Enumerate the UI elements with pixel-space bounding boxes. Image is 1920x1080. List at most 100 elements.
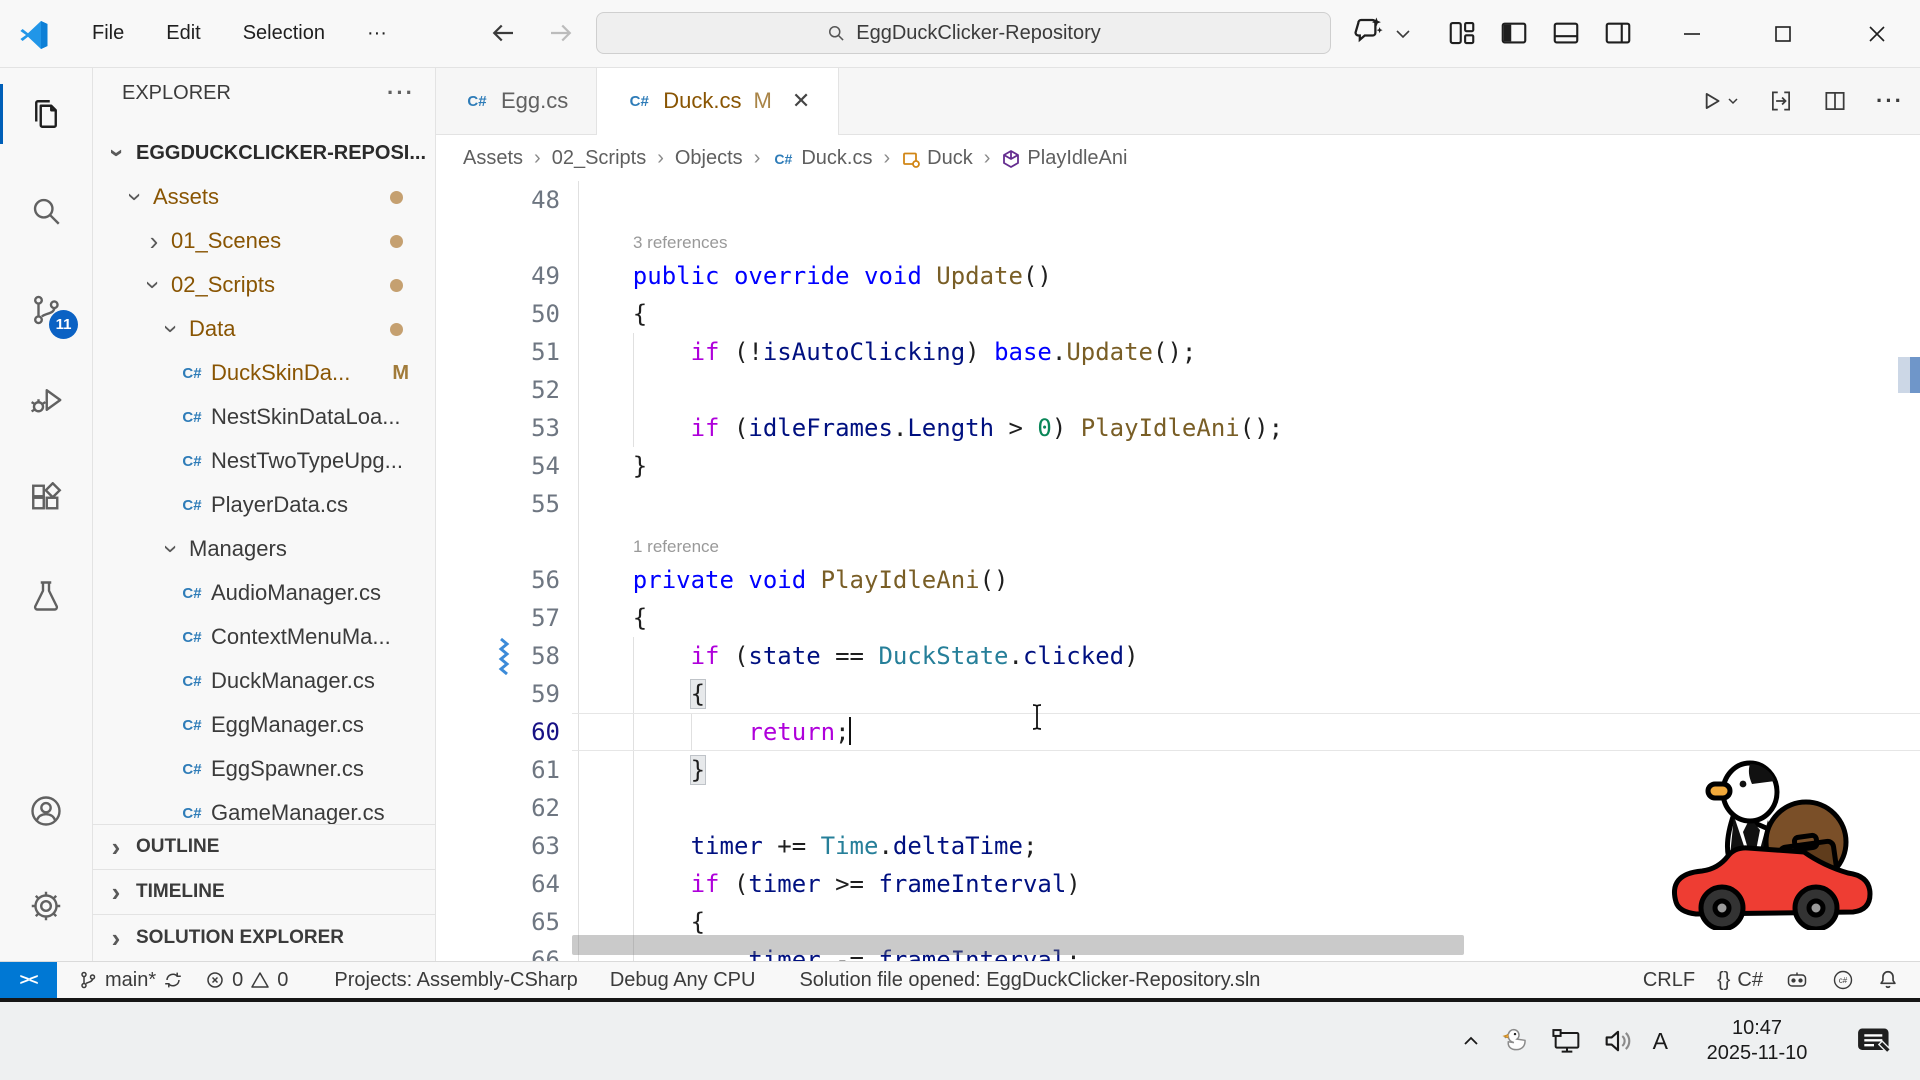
tray-expand-icon[interactable] — [1459, 1029, 1483, 1053]
horizontal-scrollbar[interactable] — [572, 935, 1464, 955]
close-button[interactable] — [1854, 14, 1900, 54]
line-number[interactable]: 63 — [435, 827, 575, 865]
tree-item-data[interactable]: ›Data — [92, 307, 435, 351]
tree-item-eggspawner-cs[interactable]: C#EggSpawner.cs — [92, 747, 435, 791]
line-number[interactable]: 62 — [435, 789, 575, 827]
line-number[interactable]: 65 — [435, 903, 575, 941]
line-number[interactable]: 51 — [435, 333, 575, 371]
code-line-48[interactable]: 48 — [435, 181, 1920, 219]
sidebar-item-run-debug[interactable] — [0, 358, 91, 442]
line-number[interactable]: 49 — [435, 257, 575, 295]
tree-item-02-scripts[interactable]: ›02_Scripts — [92, 263, 435, 307]
code-line-55[interactable]: 55 — [435, 485, 1920, 523]
projects-status[interactable]: Projects: Assembly-CSharp — [323, 962, 588, 998]
tree-item-duckskinda[interactable]: C#DuckSkinDa...M — [92, 351, 435, 395]
tab-egg-cs[interactable]: C# Egg.cs — [435, 67, 597, 135]
solution-status[interactable]: Solution file opened: EggDuckClicker-Rep… — [788, 962, 1271, 998]
maximize-button[interactable] — [1760, 14, 1806, 54]
code-line-57[interactable]: 57 { — [435, 599, 1920, 637]
remote-indicator[interactable]: >< — [0, 962, 57, 998]
tree-item-duckmanager-cs[interactable]: C#DuckManager.cs — [92, 659, 435, 703]
line-number[interactable]: 56 — [435, 561, 575, 599]
copilot-status[interactable] — [1774, 962, 1820, 998]
toggle-sidebar-icon[interactable] — [1499, 18, 1529, 48]
line-number[interactable]: 48 — [435, 181, 575, 219]
tree-item-gamemanager-cs[interactable]: C#GameManager.cs — [92, 791, 435, 824]
line-number[interactable]: 60 — [435, 713, 575, 751]
toggle-secondary-sidebar-icon[interactable] — [1603, 18, 1633, 48]
duck-pet-tray-icon[interactable] — [1501, 1025, 1533, 1057]
line-number[interactable]: 53 — [435, 409, 575, 447]
run-button[interactable] — [1698, 88, 1740, 114]
toggle-panel-icon[interactable] — [1551, 18, 1581, 48]
tree-root-folder[interactable]: › EGGDUCKCLICKER-REPOSI... — [92, 131, 435, 175]
debug-config-status[interactable]: Debug Any CPU — [599, 962, 767, 998]
breadcrumb-assets[interactable]: Assets — [463, 147, 523, 170]
breadcrumb-playidleani-method[interactable]: PlayIdleAni — [1001, 147, 1127, 170]
breadcrumb-objects[interactable]: Objects — [675, 147, 743, 170]
sidebar-item-settings[interactable] — [0, 864, 91, 948]
sidebar-item-testing[interactable] — [0, 554, 91, 638]
line-number[interactable]: 54 — [435, 447, 575, 485]
line-number[interactable]: 52 — [435, 371, 575, 409]
code-line-54[interactable]: 54 } — [435, 447, 1920, 485]
language-status[interactable]: {} C# — [1706, 962, 1774, 998]
open-changes-icon[interactable] — [1768, 88, 1794, 114]
line-number[interactable]: 61 — [435, 751, 575, 789]
close-icon[interactable]: ✕ — [792, 88, 810, 114]
menu-file[interactable]: File — [92, 22, 124, 45]
network-icon[interactable] — [1551, 1025, 1583, 1057]
line-number[interactable]: 64 — [435, 865, 575, 903]
sidebar-item-source-control[interactable]: 11 — [0, 268, 91, 352]
explorer-more-actions[interactable]: ··· — [387, 80, 415, 106]
tree-item-playerdata-cs[interactable]: C#PlayerData.cs — [92, 483, 435, 527]
tree-item-01-scenes[interactable]: ›01_Scenes — [92, 219, 435, 263]
csharp-devkit-status[interactable]: c# — [1820, 962, 1866, 998]
tree-item-audiomanager-cs[interactable]: C#AudioManager.cs — [92, 571, 435, 615]
split-editor-icon[interactable] — [1822, 88, 1848, 114]
notification-center-icon[interactable] — [1856, 1025, 1892, 1057]
volume-icon[interactable] — [1601, 1024, 1635, 1058]
overview-ruler-marker[interactable] — [1898, 357, 1920, 393]
forward-button[interactable] — [546, 18, 576, 48]
git-branch-status[interactable]: main* — [67, 962, 194, 998]
more-actions-icon[interactable]: ··· — [1876, 88, 1904, 114]
code-line-60[interactable]: 60 return; — [435, 713, 1920, 751]
tree-item-assets[interactable]: ›Assets — [92, 175, 435, 219]
breadcrumb-duck-class[interactable]: Duck — [901, 147, 973, 170]
code-line-51[interactable]: 51 if (!isAutoClicking) base.Update(); — [435, 333, 1920, 371]
menu-more[interactable]: ··· — [367, 22, 387, 45]
line-number[interactable]: 55 — [435, 485, 575, 523]
sidebar-item-extensions[interactable] — [0, 458, 91, 542]
tab-duck-cs[interactable]: C# Duck.cs M ✕ — [597, 67, 839, 135]
section-timeline[interactable]: › TIMELINE — [92, 869, 435, 914]
back-button[interactable] — [488, 18, 518, 48]
code-line-53[interactable]: 53 if (idleFrames.Length > 0) PlayIdleAn… — [435, 409, 1920, 447]
breadcrumb-duck-cs[interactable]: C# Duck.cs — [771, 147, 872, 170]
problems-status[interactable]: 0 0 — [194, 962, 299, 998]
sidebar-item-search[interactable] — [0, 169, 91, 253]
code-line-52[interactable]: 52 — [435, 371, 1920, 409]
sidebar-item-accounts[interactable] — [0, 769, 91, 853]
codelens-references[interactable]: 3 references — [435, 219, 1920, 257]
code-line-58[interactable]: 58 if (state == DuckState.clicked) — [435, 637, 1920, 675]
minimize-button[interactable] — [1669, 14, 1715, 54]
tree-item-eggmanager-cs[interactable]: C#EggManager.cs — [92, 703, 435, 747]
code-line-59[interactable]: 59 { — [435, 675, 1920, 713]
menu-selection[interactable]: Selection — [243, 22, 325, 45]
breadcrumb-02-scripts[interactable]: 02_Scripts — [552, 147, 647, 170]
taskbar-clock[interactable]: 10:47 2025-11-10 — [1686, 1016, 1828, 1066]
chevron-down-icon[interactable] — [1394, 28, 1412, 40]
line-number[interactable]: 50 — [435, 295, 575, 333]
tree-item-managers[interactable]: ›Managers — [92, 527, 435, 571]
copilot-icon[interactable] — [1352, 15, 1386, 49]
section-solution-explorer[interactable]: › SOLUTION EXPLORER — [92, 914, 435, 961]
tree-item-nestskindataloa[interactable]: C#NestSkinDataLoa... — [92, 395, 435, 439]
notifications-status[interactable] — [1866, 962, 1910, 998]
line-number[interactable]: 59 — [435, 675, 575, 713]
code-line-49[interactable]: 49 public override void Update() — [435, 257, 1920, 295]
codelens-references[interactable]: 1 reference — [435, 523, 1920, 561]
menu-edit[interactable]: Edit — [166, 22, 200, 45]
ime-language-indicator[interactable]: A — [1653, 1028, 1668, 1055]
customize-layout-icon[interactable] — [1447, 18, 1477, 48]
